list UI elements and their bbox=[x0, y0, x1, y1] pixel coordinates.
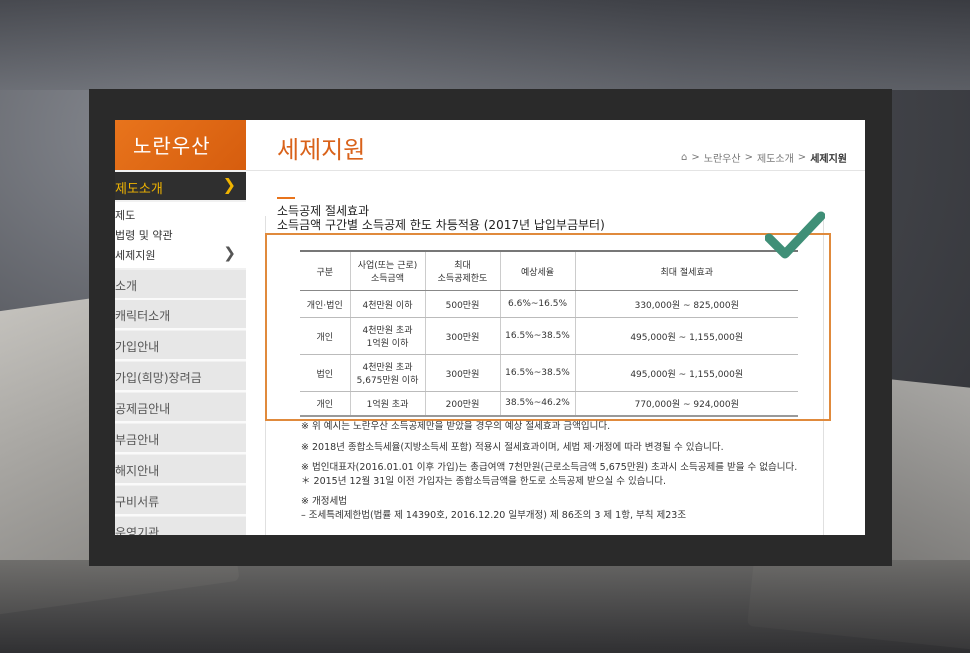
sidebar-item-label: 가입(희망)장려금 bbox=[115, 371, 202, 385]
breadcrumb-item[interactable]: 노란우산 bbox=[704, 150, 741, 165]
note-line: ※ 2018년 종합소득세율(지방소득세 포함) 적용시 절세효과이며, 세법 … bbox=[301, 442, 724, 453]
background-paper-bottom bbox=[0, 560, 970, 653]
highlight-box bbox=[265, 233, 831, 421]
sidebar-item[interactable]: 구비서류 bbox=[115, 486, 246, 516]
sidebar-item[interactable]: 가입안내 bbox=[115, 331, 246, 361]
sidebar-item[interactable]: 가입(희망)장려금 bbox=[115, 362, 246, 392]
sidebar-active-label: 제도소개 bbox=[115, 182, 163, 197]
sidebar-item-label: 공제금안내 bbox=[115, 402, 171, 416]
sidebar-brand-label: 노란우산 bbox=[133, 134, 211, 158]
note-line: ※ 개정세법 bbox=[301, 496, 347, 507]
sidebar-item[interactable]: 공제금안내 bbox=[115, 393, 246, 423]
chevron-right-icon: > bbox=[797, 152, 807, 163]
sidebar-item[interactable]: 소개 bbox=[115, 270, 246, 300]
heading-accent-bar bbox=[277, 197, 295, 199]
sidebar-item[interactable]: 운영기관 bbox=[115, 517, 246, 535]
sidebar-item[interactable]: 캐릭터소개 bbox=[115, 300, 246, 330]
sidebar-item[interactable]: 해지안내 bbox=[115, 455, 246, 485]
note-line: ※ 위 예시는 노란우산 소득공제만을 받았을 경우의 예상 절세효과 금액입니… bbox=[301, 421, 611, 432]
home-icon[interactable]: ⌂ bbox=[681, 152, 687, 163]
sidebar-submenu: 제도 법령 및 약관 세제지원 ❯ bbox=[115, 202, 246, 268]
note-line: – 조세특례제한법(법률 제 14390호, 2016.12.20 일부개정) … bbox=[301, 510, 687, 521]
sidebar-item-label: 가입안내 bbox=[115, 340, 160, 354]
sidebar-item-label: 구비서류 bbox=[115, 495, 160, 509]
note-line: ＊ 2015년 12월 31일 이전 가입자는 종합소득금액을 한도로 소득공제… bbox=[301, 476, 667, 487]
chevron-right-icon: ❯ bbox=[223, 244, 236, 262]
checkmark-icon bbox=[765, 211, 825, 259]
note-line: ※ 법인대표자(2016.01.01 이후 가입)는 총급여액 7천만원(근로소… bbox=[301, 462, 798, 473]
breadcrumb: ⌂ > 노란우산 > 제도소개 > 세제지원 bbox=[681, 150, 847, 165]
website-screen: 노란우산 제도소개 ❯ 제도 법령 및 약관 세제지원 ❯ 소개 캐릭터소개 가… bbox=[115, 120, 865, 535]
breadcrumb-current: 세제지원 bbox=[810, 154, 847, 165]
background-blur-top bbox=[0, 0, 970, 90]
chevron-right-icon: > bbox=[691, 152, 700, 163]
sidebar-item-label: 해지안내 bbox=[115, 464, 160, 478]
submenu-item[interactable]: 제도 bbox=[115, 207, 135, 223]
sidebar-item[interactable]: 부금안내 bbox=[115, 424, 246, 454]
sidebar: 노란우산 제도소개 ❯ 제도 법령 및 약관 세제지원 ❯ 소개 캐릭터소개 가… bbox=[115, 120, 246, 535]
section-subheading: 소득금액 구간별 소득공제 한도 차등적용 (2017년 납입부금부터) bbox=[277, 218, 605, 232]
sidebar-item-label: 운영기관 bbox=[115, 526, 160, 535]
chevron-right-icon: ❯ bbox=[222, 175, 236, 194]
sidebar-item-label: 소개 bbox=[115, 279, 138, 293]
sidebar-item-active[interactable]: 제도소개 ❯ bbox=[115, 172, 246, 200]
header-divider bbox=[246, 170, 865, 171]
page-title: 세제지원 bbox=[277, 136, 366, 164]
breadcrumb-item[interactable]: 제도소개 bbox=[757, 150, 794, 165]
submenu-item[interactable]: 법령 및 약관 bbox=[115, 227, 173, 243]
sidebar-item-label: 부금안내 bbox=[115, 433, 160, 447]
sidebar-item-label: 캐릭터소개 bbox=[115, 309, 171, 323]
chevron-right-icon: > bbox=[744, 152, 753, 163]
sidebar-brand[interactable]: 노란우산 bbox=[115, 120, 246, 170]
submenu-item-current[interactable]: 세제지원 bbox=[115, 247, 155, 263]
